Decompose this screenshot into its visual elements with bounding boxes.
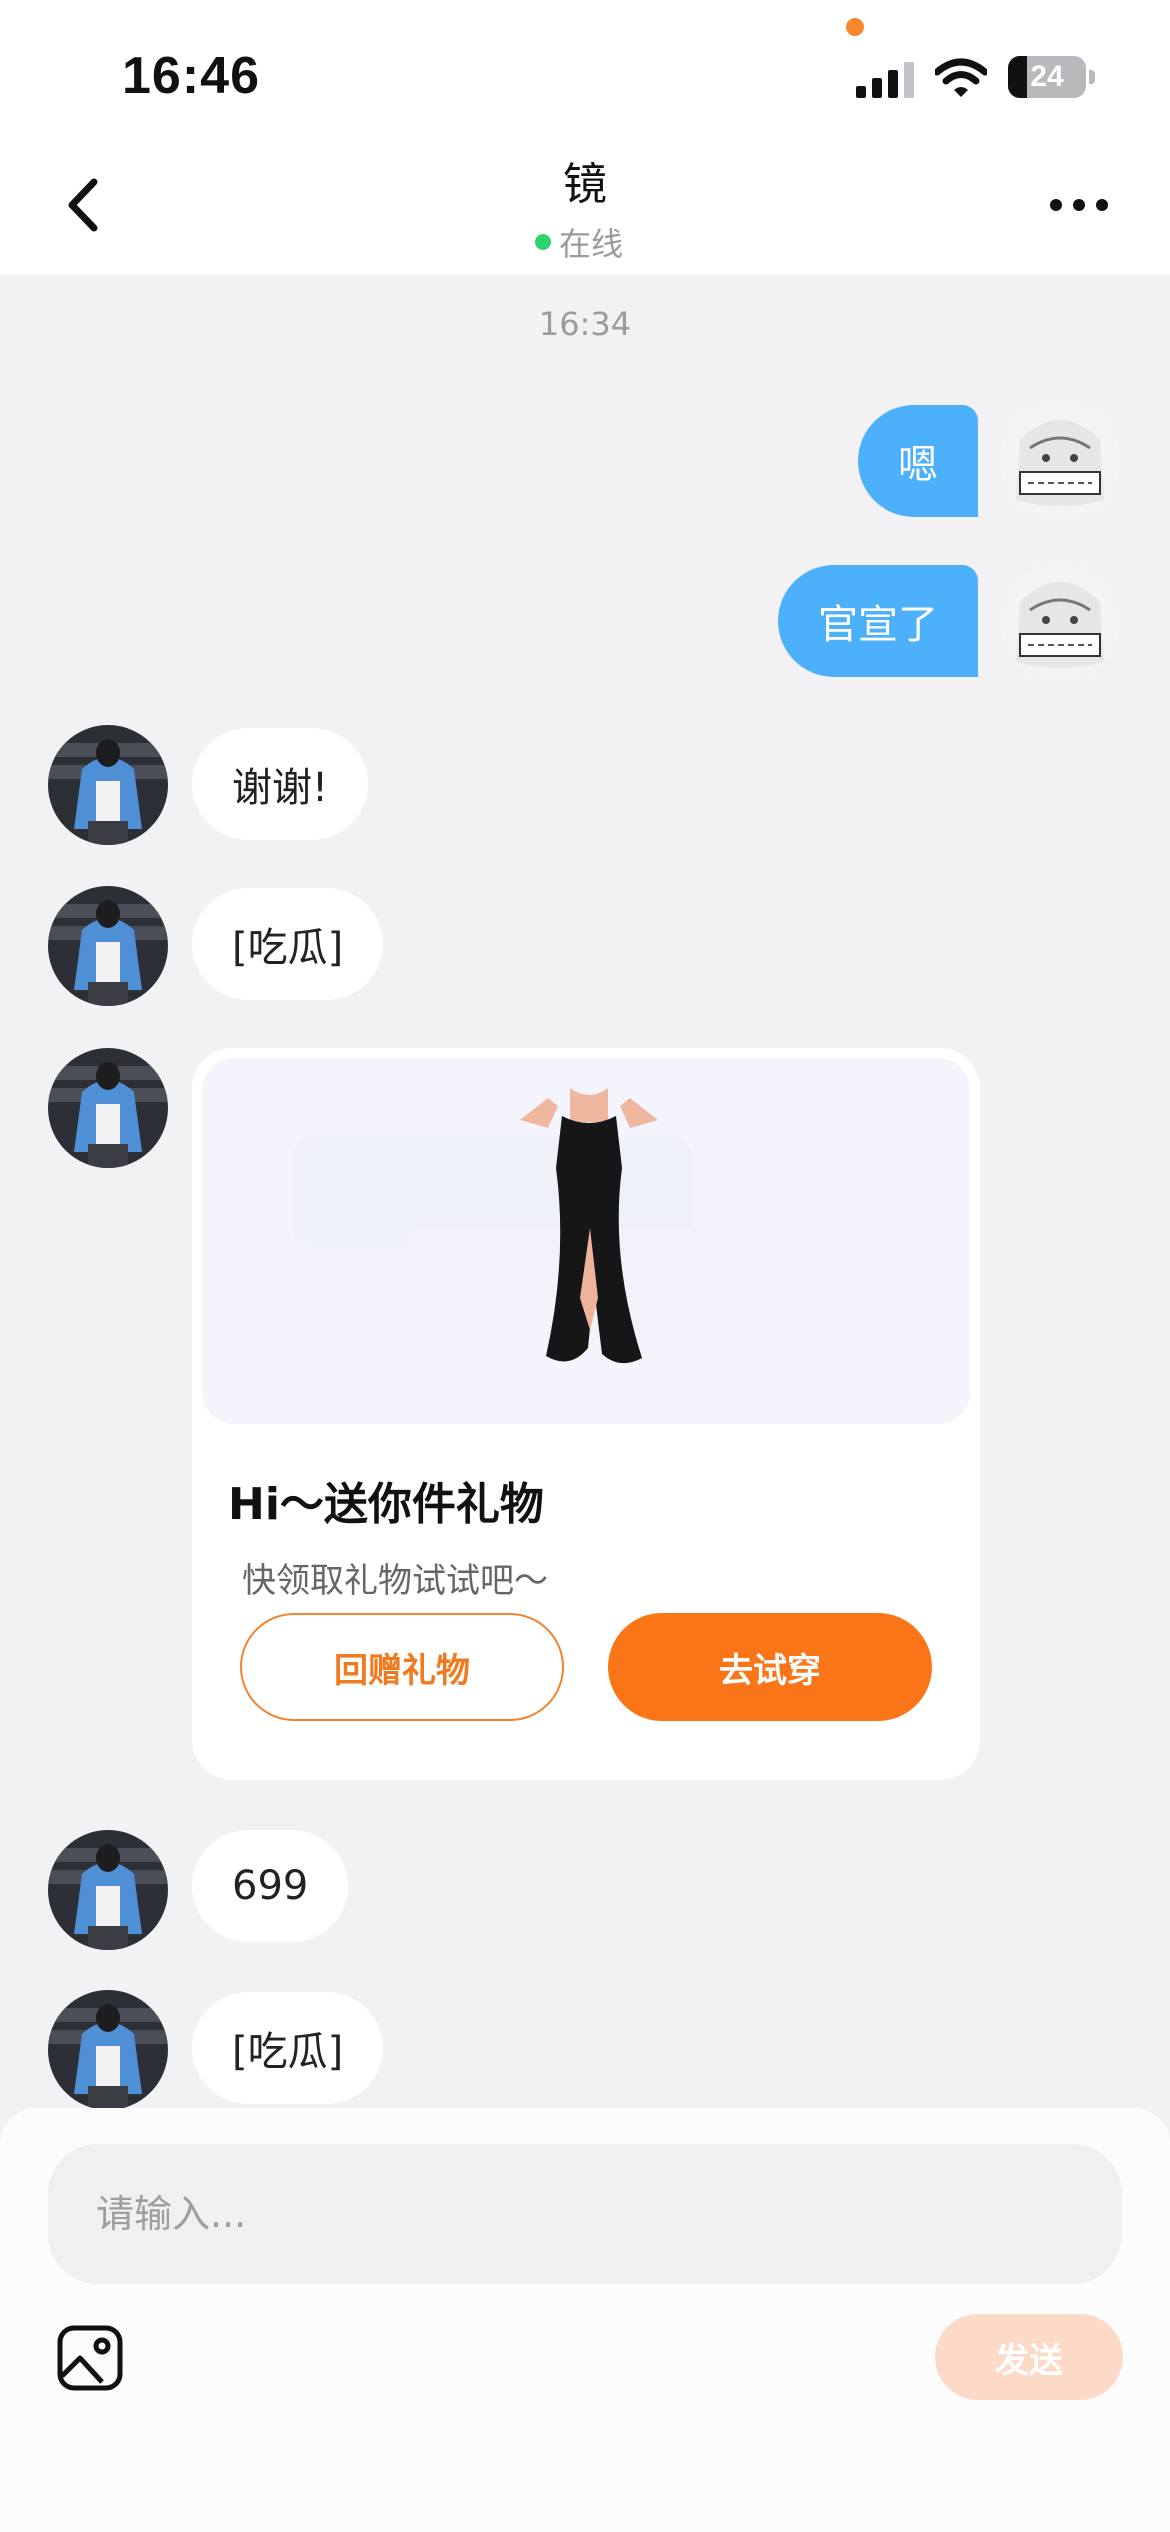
message-bubble-outgoing[interactable]: 官宣了 xyxy=(778,565,978,677)
contact-avatar-image xyxy=(48,886,168,1006)
my-avatar-image xyxy=(1000,400,1120,520)
send-button[interactable]: 发送 xyxy=(935,2314,1123,2400)
contact-avatar[interactable] xyxy=(48,886,168,1006)
my-avatar[interactable] xyxy=(1000,400,1120,520)
message-input[interactable] xyxy=(48,2144,1122,2284)
more-icon[interactable] xyxy=(1048,190,1110,220)
message-text: [吃瓜] xyxy=(232,2029,344,2075)
chat-header: 镜 在线 xyxy=(0,140,1170,275)
message-text: 699 xyxy=(232,1863,309,1909)
contact-avatar[interactable] xyxy=(48,1990,168,2110)
gift-title: Hi～送你件礼物 xyxy=(228,1479,544,1530)
message-text: 谢谢! xyxy=(232,765,329,811)
contact-avatar-image xyxy=(48,1830,168,1950)
composer: 发送 xyxy=(0,2108,1170,2532)
dress-image xyxy=(202,1058,970,1424)
contact-name: 镜 xyxy=(563,159,607,210)
message-text: 嗯 xyxy=(898,442,938,488)
try-on-button[interactable]: 去试穿 xyxy=(608,1613,932,1721)
signal-icon xyxy=(856,62,914,98)
message-bubble-outgoing[interactable]: 嗯 xyxy=(858,405,978,517)
contact-avatar-image xyxy=(48,1990,168,2110)
my-avatar-image xyxy=(1000,562,1120,682)
wifi-icon xyxy=(935,58,987,97)
message-bubble-incoming[interactable]: [吃瓜] xyxy=(192,1992,384,2104)
gift-image xyxy=(202,1058,970,1424)
status-time: 16:46 xyxy=(122,47,260,105)
my-avatar[interactable] xyxy=(1000,562,1120,682)
battery-level-text: 24 xyxy=(1030,60,1064,93)
message-text: [吃瓜] xyxy=(232,925,344,971)
online-status-text: 在线 xyxy=(559,225,624,263)
contact-avatar-image xyxy=(48,725,168,845)
return-gift-button[interactable]: 回赠礼物 xyxy=(240,1613,564,1721)
battery-icon: 24 xyxy=(1008,56,1086,98)
chat-timestamp: 16:34 xyxy=(538,305,632,343)
online-dot-icon xyxy=(535,234,551,250)
contact-avatar[interactable] xyxy=(48,1048,168,1168)
message-bubble-incoming[interactable]: 699 xyxy=(192,1830,349,1942)
battery-cap xyxy=(1089,70,1095,84)
message-bubble-incoming[interactable]: [吃瓜] xyxy=(192,888,384,1000)
contact-avatar-image xyxy=(48,1048,168,1168)
image-icon[interactable] xyxy=(56,2324,124,2392)
message-bubble-incoming[interactable]: 谢谢! xyxy=(192,728,369,840)
online-status: 在线 xyxy=(535,220,623,264)
contact-avatar[interactable] xyxy=(48,725,168,845)
privacy-indicator-dot xyxy=(846,18,864,36)
gift-card[interactable]: Hi～送你件礼物 快领取礼物试试吧～ 回赠礼物 去试穿 xyxy=(192,1048,980,1780)
gift-subtitle: 快领取礼物试试吧～ xyxy=(242,1561,548,1601)
message-text: 官宣了 xyxy=(818,602,938,648)
contact-avatar[interactable] xyxy=(48,1830,168,1950)
status-bar: 16:46 24 xyxy=(0,0,1170,140)
